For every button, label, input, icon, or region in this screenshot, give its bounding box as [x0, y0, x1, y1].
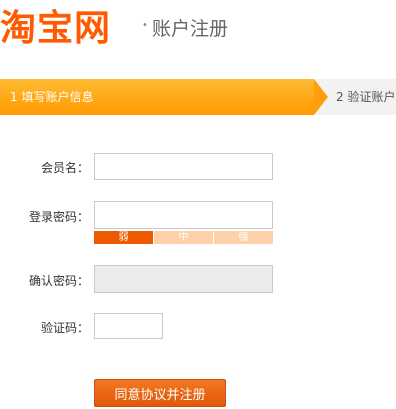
password-label: 登录密码：: [28, 210, 89, 224]
confirm-password-label: 确认密码：: [28, 274, 89, 288]
logo[interactable]: 淘宝网: [0, 6, 111, 50]
step-bar: 1 填写账户信息 2 验证账户: [0, 79, 396, 115]
username-input[interactable]: [94, 153, 273, 180]
step-verify-account: 2 验证账户: [336, 90, 396, 104]
agree-and-register-button[interactable]: 同意协议并注册: [94, 379, 226, 407]
username-label: 会员名：: [40, 161, 89, 175]
strength-weak: 弱: [94, 231, 154, 244]
strength-strong: 强: [214, 231, 273, 244]
step-arrow: [314, 79, 328, 115]
step-fill-account-info: 1 填写账户信息: [0, 79, 314, 115]
confirm-password-input: [94, 265, 273, 293]
title-separator: •: [142, 20, 148, 31]
password-strength-meter: 弱 中 强: [94, 231, 273, 244]
password-input[interactable]: [94, 201, 273, 229]
strength-medium: 中: [154, 231, 214, 244]
captcha-input[interactable]: [94, 313, 163, 339]
captcha-label: 验证码：: [40, 321, 89, 335]
page-title: 账户注册: [152, 18, 229, 40]
